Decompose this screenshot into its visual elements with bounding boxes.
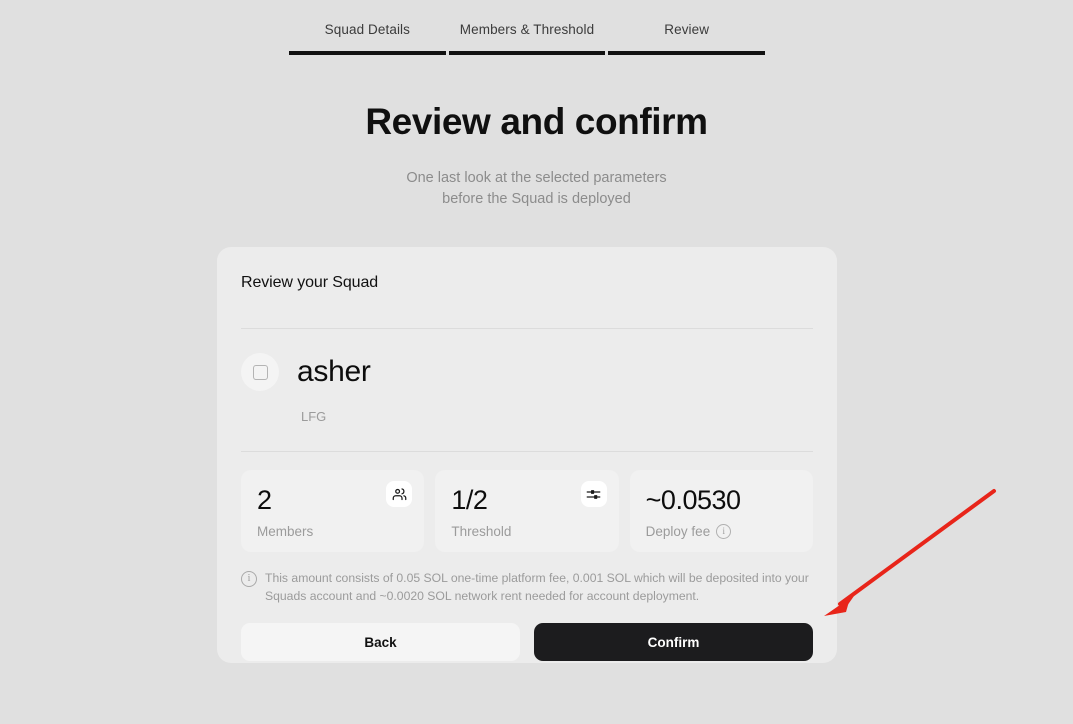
stepper-tabs: Squad Details Members & Threshold Review [289,22,765,55]
fee-breakdown-note-text: This amount consists of 0.05 SOL one-tim… [265,569,809,605]
deploy-fee-label: Deploy fee i [646,523,799,540]
page-subtitle-line-1: One last look at the selected parameters [0,168,1073,189]
card-divider-middle [241,451,813,452]
stat-card-threshold: 1/2 Threshold [435,470,618,552]
threshold-label-text: Threshold [451,523,511,540]
stat-card-deploy-fee: ~0.0530 Deploy fee i [630,470,813,552]
info-circle-icon[interactable]: i [716,524,731,539]
review-card: Review your Squad asher LFG 2 Members [217,247,837,663]
review-card-title: Review your Squad [241,247,813,294]
squad-identity-row: asher [241,329,813,391]
page-title: Review and confirm [0,99,1073,145]
members-label-text: Members [257,523,313,540]
deploy-fee-value: ~0.0530 [646,484,799,516]
deploy-fee-label-text: Deploy fee [646,523,711,540]
fee-breakdown-note: i This amount consists of 0.05 SOL one-t… [241,569,813,605]
stat-card-members: 2 Members [241,470,424,552]
stat-cards: 2 Members 1/2 Threshold [241,470,813,552]
tab-review[interactable]: Review [608,22,765,55]
red-pointer-arrow [824,491,994,616]
sliders-icon [586,487,601,502]
squad-description: LFG [301,408,813,426]
back-button[interactable]: Back [241,623,520,661]
page-subtitle-line-2: before the Squad is deployed [0,189,1073,210]
squad-name: asher [297,355,371,389]
tab-review-label: Review [608,22,765,38]
info-circle-icon: i [241,571,257,587]
tab-squad-details[interactable]: Squad Details [289,22,446,55]
tab-members-threshold[interactable]: Members & Threshold [449,22,606,55]
users-icon [392,487,407,502]
members-label: Members [257,523,410,540]
avatar [241,353,279,391]
tab-members-threshold-label: Members & Threshold [449,22,606,38]
page-subtitle: One last look at the selected parameters… [0,168,1073,210]
rounded-square-icon [253,365,268,380]
sliders-icon-container [581,481,607,507]
threshold-label: Threshold [451,523,604,540]
tab-squad-details-label: Squad Details [289,22,446,38]
card-actions: Back Confirm [241,623,813,661]
confirm-button[interactable]: Confirm [534,623,813,661]
users-icon-container [386,481,412,507]
